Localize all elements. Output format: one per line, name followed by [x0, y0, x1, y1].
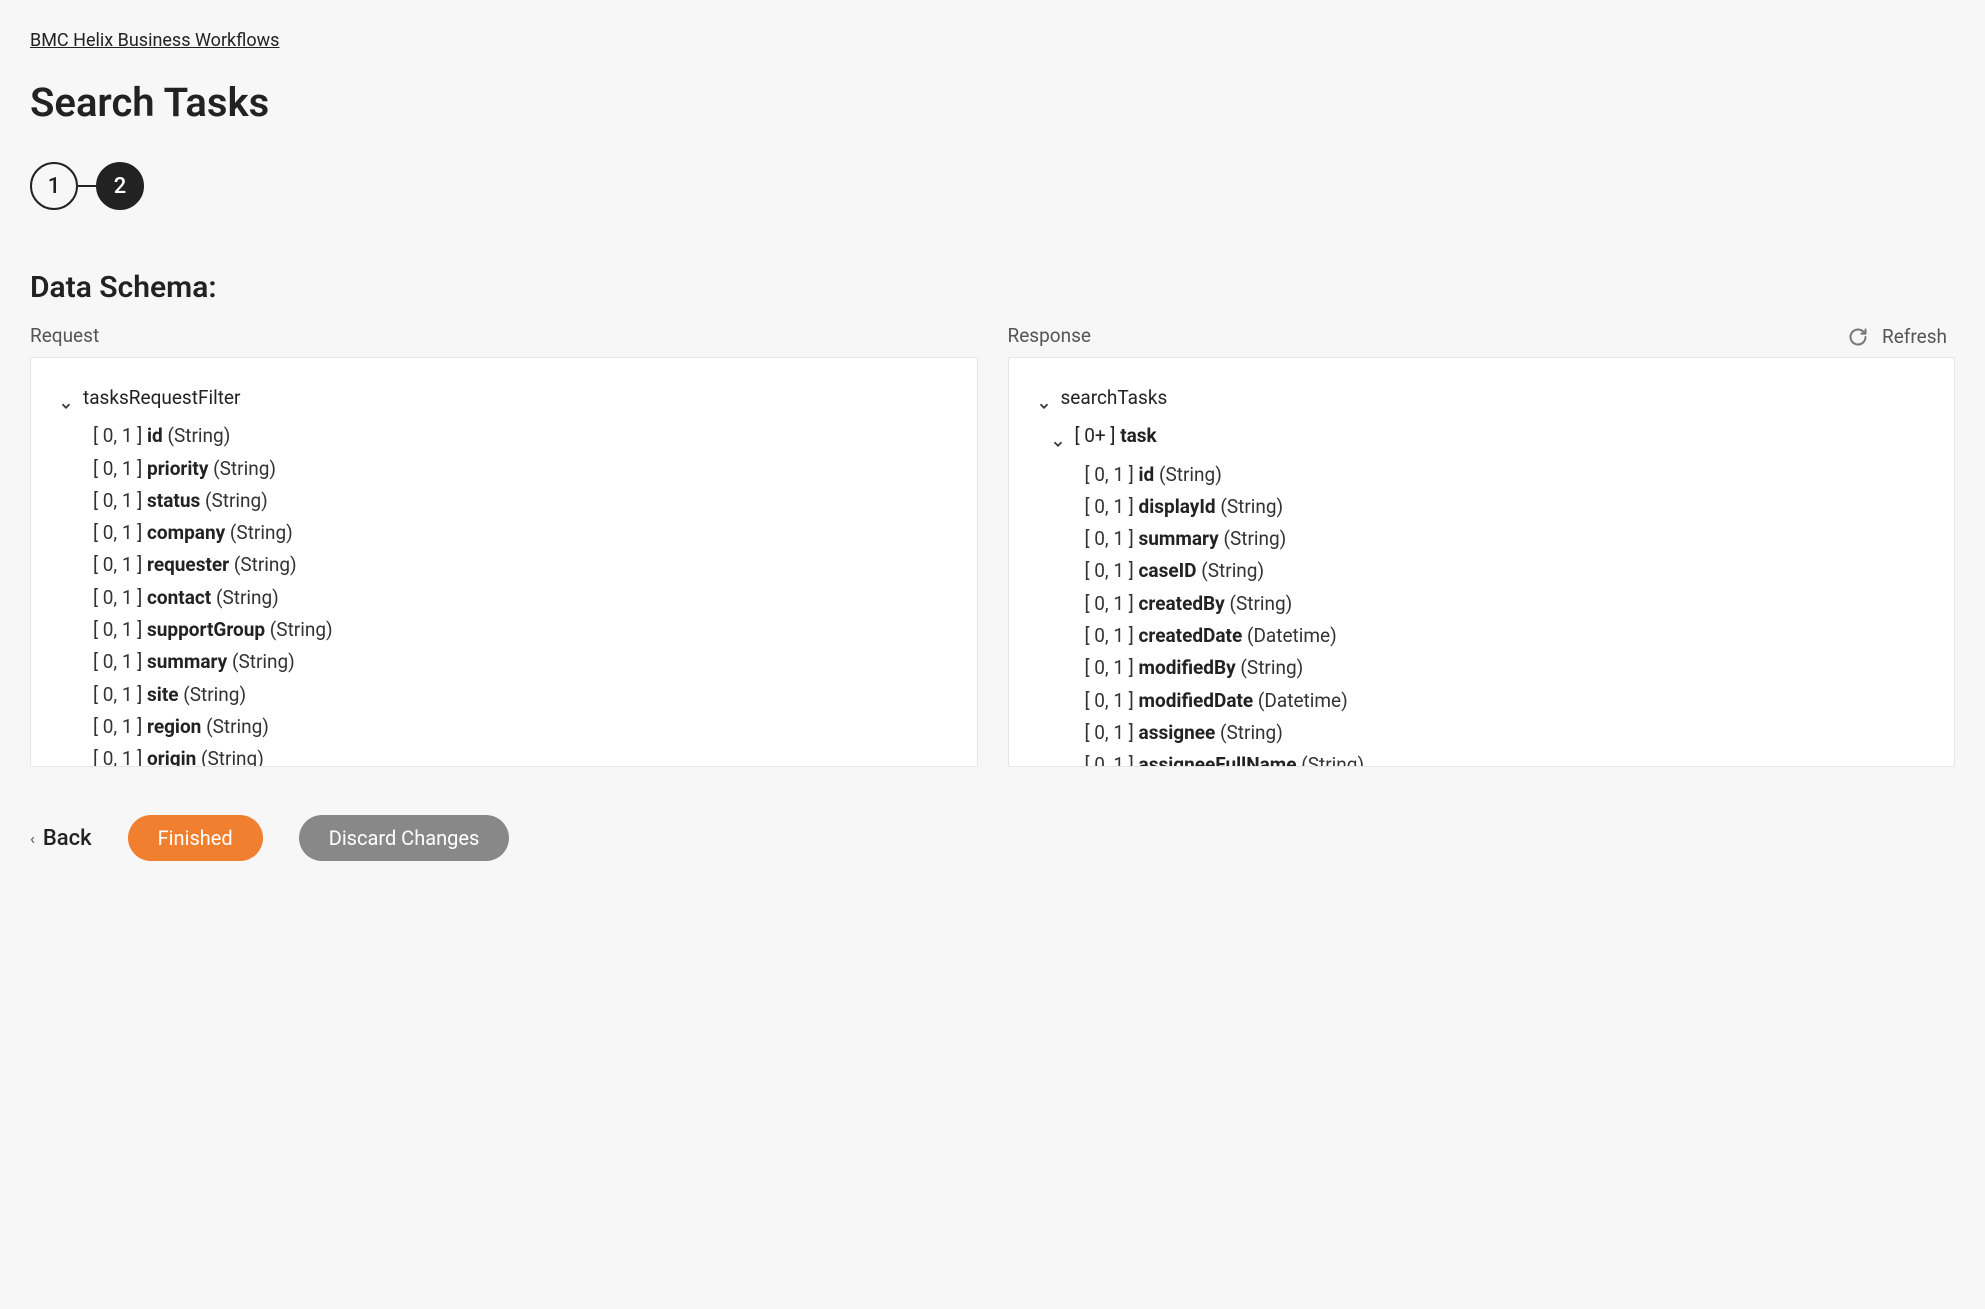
step-2[interactable]: 2: [96, 162, 144, 210]
schema-field[interactable]: [ 0, 1 ] id (String): [93, 420, 949, 452]
back-button[interactable]: ‹ Back: [30, 826, 92, 851]
schema-field[interactable]: [ 0, 1 ] contact (String): [93, 582, 949, 614]
request-title: Request: [30, 324, 978, 347]
response-title: Response: [1008, 324, 1956, 347]
schema-field[interactable]: [ 0, 1 ] displayId (String): [1085, 491, 1927, 523]
response-root-node[interactable]: searchTasks: [1037, 382, 1927, 414]
request-root-node[interactable]: tasksRequestFilter: [59, 382, 949, 414]
schema-field[interactable]: [ 0, 1 ] createdBy (String): [1085, 588, 1927, 620]
step-1[interactable]: 1: [30, 162, 78, 210]
schema-field[interactable]: [ 0, 1 ] summary (String): [1085, 523, 1927, 555]
chevron-left-icon: ‹: [30, 829, 35, 848]
discard-button[interactable]: Discard Changes: [299, 815, 510, 861]
breadcrumb[interactable]: BMC Helix Business Workflows: [30, 30, 279, 51]
response-sub-label: [ 0+ ] task: [1075, 420, 1157, 452]
chevron-down-icon: [59, 391, 73, 405]
schema-field[interactable]: [ 0, 1 ] assignee (String): [1085, 717, 1927, 749]
schema-field[interactable]: [ 0, 1 ] modifiedBy (String): [1085, 652, 1927, 684]
stepper: 1 2: [30, 162, 1955, 210]
request-root-label: tasksRequestFilter: [83, 382, 240, 414]
schema-field[interactable]: [ 0, 1 ] supportGroup (String): [93, 614, 949, 646]
chevron-down-icon: [1037, 391, 1051, 405]
schema-field[interactable]: [ 0, 1 ] assigneeFullName (String): [1085, 749, 1927, 767]
back-label: Back: [43, 826, 92, 851]
schema-field[interactable]: [ 0, 1 ] requester (String): [93, 549, 949, 581]
step-connector: [78, 185, 96, 187]
schema-field[interactable]: [ 0, 1 ] modifiedDate (Datetime): [1085, 685, 1927, 717]
schema-field[interactable]: [ 0, 1 ] caseID (String): [1085, 555, 1927, 587]
response-panel: searchTasks [ 0+ ] task [ 0, 1 ] id (Str…: [1008, 357, 1956, 767]
response-sub-node[interactable]: [ 0+ ] task: [1051, 420, 1927, 452]
section-title: Data Schema:: [30, 270, 1955, 305]
response-column: Response searchTasks [ 0+ ] task: [1008, 352, 1956, 767]
schema-field[interactable]: [ 0, 1 ] region (String): [93, 711, 949, 743]
chevron-down-icon: [1051, 429, 1065, 443]
page-title: Search Tasks: [30, 79, 1955, 126]
request-column: Request tasksRequestFilter [ 0, 1 ] id (…: [30, 352, 978, 767]
request-panel: tasksRequestFilter [ 0, 1 ] id (String)[…: [30, 357, 978, 767]
footer: ‹ Back Finished Discard Changes: [30, 815, 1955, 861]
response-root-label: searchTasks: [1061, 382, 1168, 414]
schema-field[interactable]: [ 0, 1 ] site (String): [93, 679, 949, 711]
finished-button[interactable]: Finished: [128, 815, 263, 861]
schema-field[interactable]: [ 0, 1 ] origin (String): [93, 743, 949, 767]
schema-field[interactable]: [ 0, 1 ] status (String): [93, 485, 949, 517]
schema-field[interactable]: [ 0, 1 ] createdDate (Datetime): [1085, 620, 1927, 652]
schema-field[interactable]: [ 0, 1 ] id (String): [1085, 459, 1927, 491]
schema-field[interactable]: [ 0, 1 ] priority (String): [93, 453, 949, 485]
schema-field[interactable]: [ 0, 1 ] company (String): [93, 517, 949, 549]
schema-field[interactable]: [ 0, 1 ] summary (String): [93, 646, 949, 678]
